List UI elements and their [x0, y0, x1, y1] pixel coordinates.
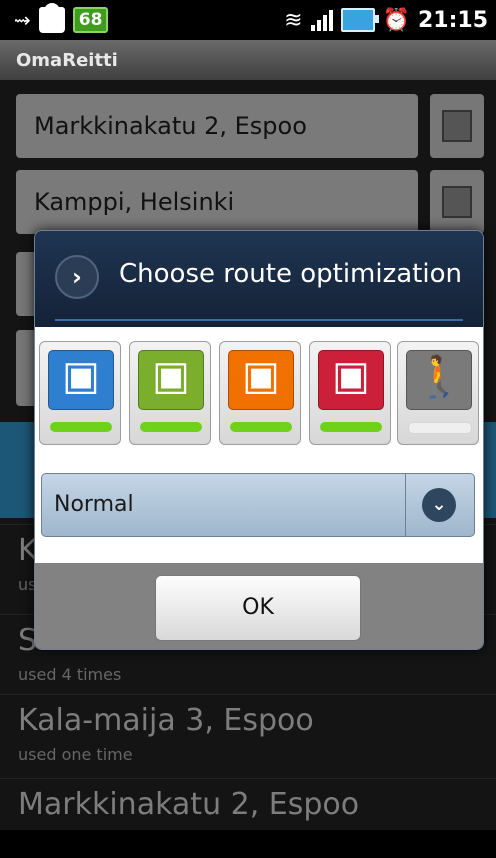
dialog-header: › Choose route optimization	[35, 231, 483, 327]
dialog-body: ▣ ▣ ▣ ▣ 🚶 Normal ⌄	[35, 327, 483, 563]
mode-status-bar	[408, 422, 472, 434]
tram-icon: ▣	[152, 353, 190, 399]
app-title-bar: OmaReitti	[0, 40, 496, 81]
status-bar: ⇝ 68 ≋ ⏰ 21:15	[0, 0, 496, 40]
app-title: OmaReitti	[16, 50, 118, 71]
history-item-usage: used one time	[18, 745, 133, 764]
history-item[interactable]: Markkinakatu 2, Espoo	[0, 778, 496, 858]
history-item-name: Markkinakatu 2, Espoo	[18, 787, 360, 822]
usb-icon: ⇝	[14, 8, 31, 32]
chevron-right-icon: ›	[55, 255, 99, 299]
optimization-dropdown[interactable]: Normal ⌄	[41, 473, 475, 537]
dialog-title: Choose route optimization	[119, 259, 462, 289]
android-icon	[38, 3, 65, 33]
bus-icon: ▣	[62, 353, 100, 399]
from-field[interactable]: Markkinakatu 2, Espoo	[16, 94, 418, 158]
mode-toggle-train[interactable]: ▣	[309, 341, 391, 445]
route-optimization-dialog: › Choose route optimization ▣ ▣ ▣ ▣ 🚶 No…	[34, 230, 484, 650]
transport-mode-selector: ▣ ▣ ▣ ▣ 🚶	[39, 341, 479, 449]
train-icon: ▣	[332, 353, 370, 399]
dropdown-arrow-wrap: ⌄	[405, 474, 474, 536]
alarm-icon: ⏰	[382, 7, 410, 33]
metro-icon: ▣	[242, 353, 280, 399]
mode-status-bar	[140, 422, 202, 432]
wifi-icon: ≋	[284, 7, 303, 33]
mode-toggle-bus[interactable]: ▣	[39, 341, 121, 445]
history-item-name: Kala-maija 3, Espoo	[18, 703, 314, 738]
mode-status-bar	[50, 422, 112, 432]
optimization-value: Normal	[54, 492, 134, 517]
dialog-footer: OK	[35, 563, 483, 649]
notification-count-badge: 68	[72, 7, 109, 33]
to-bookmark-button[interactable]	[430, 170, 484, 234]
history-item[interactable]: Kala-maija 3, Espoo used one time	[0, 694, 496, 774]
from-bookmark-button[interactable]	[430, 94, 484, 158]
bookmark-icon	[442, 110, 472, 142]
walk-icon: 🚶	[414, 354, 464, 400]
battery-icon	[340, 8, 379, 32]
to-field[interactable]: Kamppi, Helsinki	[16, 170, 418, 234]
ok-button[interactable]: OK	[155, 575, 361, 641]
mode-toggle-tram[interactable]: ▣	[129, 341, 211, 445]
mode-status-bar	[320, 422, 382, 432]
clock-time: 21:15	[417, 7, 488, 33]
bookmark-icon	[442, 186, 472, 218]
mode-toggle-metro[interactable]: ▣	[219, 341, 301, 445]
mode-status-bar	[230, 422, 292, 432]
divider	[55, 319, 463, 321]
mode-toggle-walk[interactable]: 🚶	[397, 341, 479, 445]
chevron-down-icon: ⌄	[422, 488, 456, 522]
history-item-usage: used 4 times	[18, 665, 122, 684]
signal-icon	[310, 9, 333, 31]
